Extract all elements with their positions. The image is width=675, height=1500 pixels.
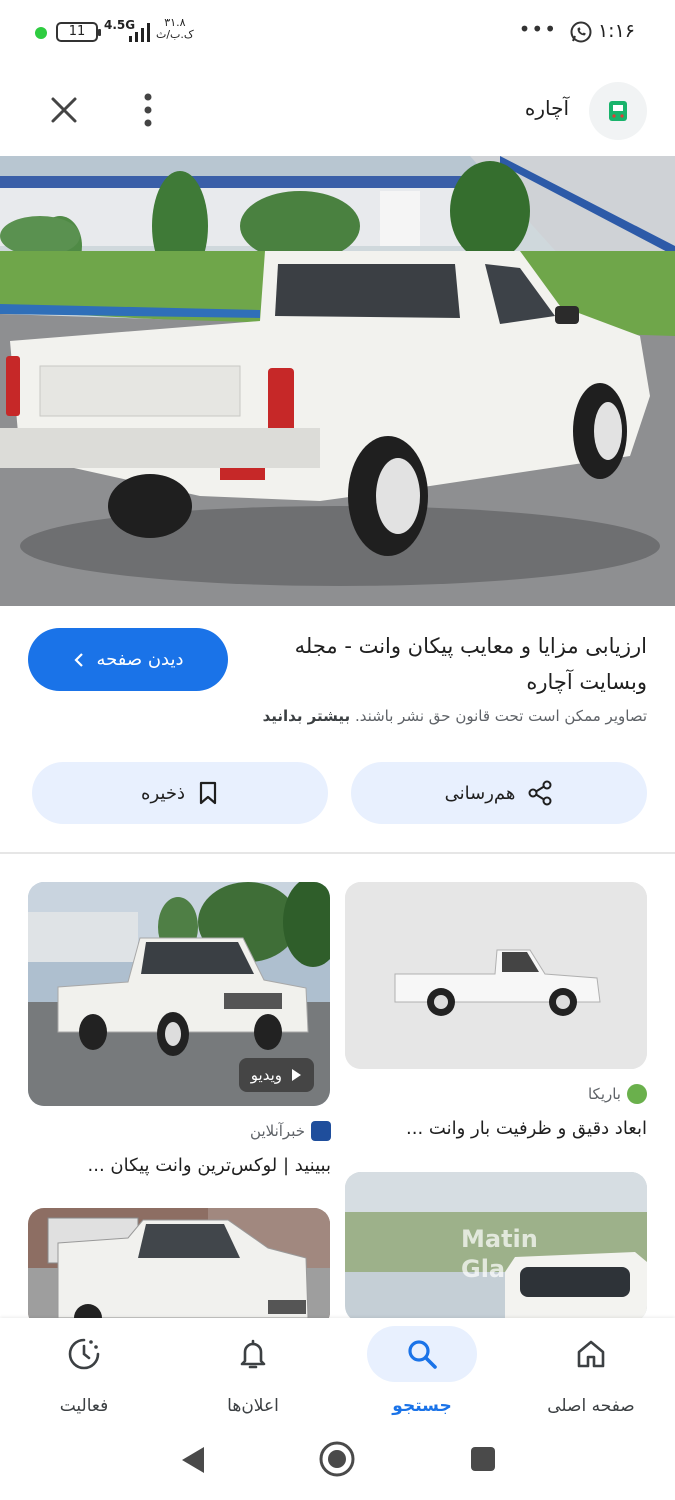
hero-image[interactable] <box>0 156 675 606</box>
copyright-text: تصاویر ممکن است تحت قانون حق نشر باشند. <box>354 707 647 725</box>
nav-home-pill <box>536 1326 646 1382</box>
related-video[interactable]: ویدیو <box>28 882 330 1106</box>
video-label: ویدیو <box>250 1066 282 1084</box>
related-image[interactable] <box>345 882 647 1069</box>
recents-icon[interactable] <box>470 1446 496 1472</box>
related-image[interactable] <box>28 1208 330 1328</box>
nav-activity-label: فعالیت <box>59 1396 109 1416</box>
status-more-indicator: ••• <box>518 17 557 41</box>
result-title[interactable]: ببینید | لوکس‌ترین وانت پیکان ... <box>88 1155 331 1176</box>
chevron-left-icon <box>74 652 84 667</box>
network-speed-unit: ک.ب/ث <box>156 28 194 41</box>
white-pickup-side-photo <box>345 882 647 1069</box>
status-bar: 11 4.5G ۳۱.۸ ک.ب/ث ••• ۱:۱۶ <box>0 0 675 66</box>
pickup-with-canopy-photo <box>28 1208 330 1328</box>
clock: ۱:۱۶ <box>597 20 635 42</box>
nav-notifications-pill <box>198 1326 308 1382</box>
nav-activity-pill <box>29 1326 139 1382</box>
copyright-notice: تصاویر ممکن است تحت قانون حق نشر باشند. … <box>263 707 647 725</box>
nav-home[interactable]: صفحه اصلی <box>507 1318 675 1428</box>
achareh-logo-icon <box>609 101 627 121</box>
result-source: باریکا <box>588 1084 647 1104</box>
nav-search[interactable]: جستجو <box>338 1318 506 1428</box>
khabaronline-logo-icon <box>311 1121 331 1141</box>
save-button[interactable]: ذخیره <box>32 762 328 824</box>
section-divider <box>0 852 675 854</box>
share-button[interactable]: هم‌رسانی <box>351 762 647 824</box>
more-options-icon[interactable] <box>130 90 166 130</box>
visit-page-label: دیدن صفحه <box>96 649 184 670</box>
bottom-navigation: صفحه اصلی جستجو اعلان‌ها <box>0 1318 675 1428</box>
barika-logo-icon <box>627 1084 647 1104</box>
nav-activity[interactable]: فعالیت <box>0 1318 168 1428</box>
result-source: خبرآنلاین <box>250 1121 331 1141</box>
pickup-truck-photo <box>0 156 675 606</box>
signal-icon <box>129 23 150 42</box>
back-icon[interactable] <box>178 1444 208 1476</box>
learn-more-link[interactable]: بیشتر بدانید <box>263 707 351 725</box>
activity-icon <box>68 1338 100 1370</box>
nav-notifications[interactable]: اعلان‌ها <box>169 1318 337 1428</box>
battery-level: 11 <box>68 24 86 39</box>
system-navigation-bar <box>0 1428 675 1500</box>
site-name[interactable]: آچاره <box>525 96 569 120</box>
result-source-name: باریکا <box>587 1085 621 1103</box>
bookmark-icon <box>199 781 217 805</box>
viewer-header: آچاره <box>0 66 675 156</box>
network-speed: ۳۱.۸ ک.ب/ث <box>156 17 194 41</box>
battery-icon: 11 <box>56 22 101 42</box>
close-icon[interactable] <box>44 90 84 130</box>
whatsapp-icon <box>570 21 592 43</box>
video-badge: ویدیو <box>238 1058 314 1092</box>
nav-search-pill <box>367 1326 477 1382</box>
watermark-line-2: Gla <box>461 1255 506 1283</box>
home-icon <box>577 1340 605 1368</box>
nav-notifications-label: اعلان‌ها <box>227 1396 279 1416</box>
bell-icon <box>240 1339 266 1369</box>
watermark-text: Matin Gla <box>461 1224 538 1284</box>
result-title[interactable]: ارزیابی مزایا و معایب پیکان وانت - مجله … <box>267 628 647 700</box>
search-icon <box>408 1340 437 1369</box>
home-circle-icon[interactable] <box>318 1440 356 1478</box>
related-image[interactable]: Matin Gla <box>345 1172 647 1322</box>
save-label: ذخیره <box>141 782 185 804</box>
result-title[interactable]: ابعاد دقیق و ظرفیت بار وانت ... <box>406 1118 647 1139</box>
share-label: هم‌رسانی <box>444 782 516 804</box>
share-icon <box>528 780 552 806</box>
play-icon <box>292 1069 301 1081</box>
nav-search-label: جستجو <box>392 1396 452 1416</box>
nav-home-label: صفحه اصلی <box>547 1396 635 1416</box>
visit-page-button[interactable]: دیدن صفحه <box>28 628 228 691</box>
site-logo[interactable] <box>589 82 647 140</box>
watermark-line-1: Matin <box>461 1225 538 1253</box>
result-source-name: خبرآنلاین <box>250 1122 305 1140</box>
recording-dot-icon <box>35 27 47 39</box>
